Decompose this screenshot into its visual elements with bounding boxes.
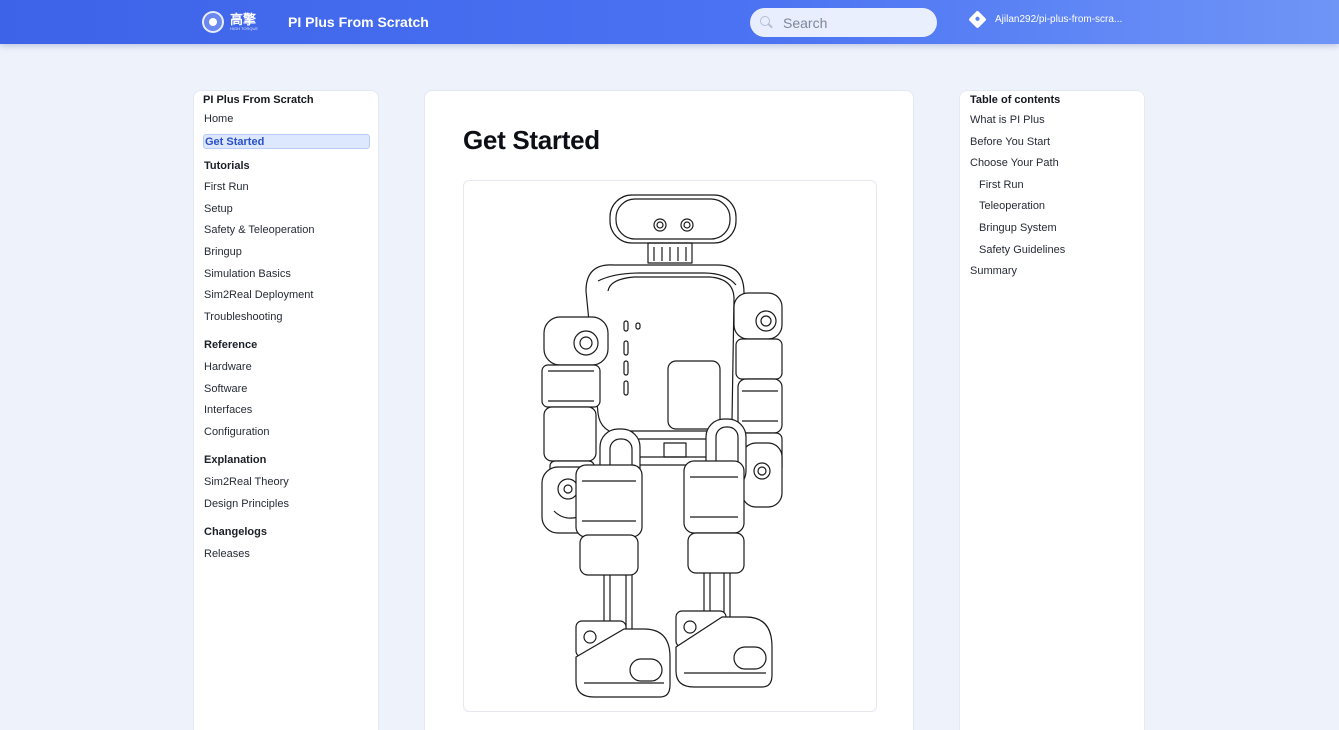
- toc-item-what-is-pi-plus[interactable]: What is PI Plus: [970, 110, 1136, 132]
- toc-item-summary[interactable]: Summary: [970, 261, 1136, 283]
- sidebar-section-changelogs: Changelogs: [204, 526, 267, 539]
- sidebar-item-hardware[interactable]: Hardware: [203, 357, 370, 379]
- sidebar-item-sim2real-deployment[interactable]: Sim2Real Deployment: [203, 285, 370, 307]
- main-content: Get Started: [424, 90, 914, 730]
- robot-figure: [463, 180, 877, 712]
- logo-icon: [202, 11, 224, 33]
- sidebar-nav: PI Plus From Scratch Home Get Started Tut…: [193, 90, 379, 730]
- toc-item-safety-guidelines[interactable]: Safety Guidelines: [970, 240, 1136, 262]
- site-title[interactable]: PI Plus From Scratch: [288, 14, 429, 30]
- search-box[interactable]: [750, 8, 937, 37]
- sidebar-item-setup[interactable]: Setup: [203, 199, 370, 221]
- logo[interactable]: 高擎 HIGH TORQUE: [202, 10, 260, 34]
- sidebar-item-home[interactable]: Home: [203, 109, 370, 131]
- toc-item-before-you-start[interactable]: Before You Start: [970, 132, 1136, 154]
- sidebar-item-get-started[interactable]: Get Started: [203, 133, 370, 149]
- sidebar-item-software[interactable]: Software: [203, 379, 370, 401]
- repo-label: Ajilan292/pi-plus-from-scra...: [995, 14, 1123, 25]
- sidebar-title: PI Plus From Scratch: [203, 94, 314, 106]
- logo-wordmark: 高擎 HIGH TORQUE: [230, 12, 259, 31]
- search-icon: [760, 16, 773, 29]
- toc-item-teleoperation[interactable]: Teleoperation: [970, 196, 1136, 218]
- search-input[interactable]: [783, 14, 923, 31]
- sidebar-section-reference: Reference: [204, 339, 258, 352]
- sidebar-item-bringup[interactable]: Bringup: [203, 242, 370, 264]
- humanoid-robot-line-drawing-icon: [541, 194, 783, 698]
- sidebar-item-troubleshooting[interactable]: Troubleshooting: [203, 307, 370, 329]
- repo-link[interactable]: Ajilan292/pi-plus-from-scra...: [968, 10, 1123, 29]
- sidebar-item-interfaces[interactable]: Interfaces: [203, 400, 370, 422]
- sidebar-item-first-run[interactable]: First Run: [203, 177, 370, 199]
- sidebar-section-tutorials: Tutorials: [204, 159, 250, 172]
- sidebar-item-configuration[interactable]: Configuration: [203, 422, 370, 444]
- sidebar-item-design-principles[interactable]: Design Principles: [203, 494, 370, 516]
- toc-item-first-run[interactable]: First Run: [970, 175, 1136, 197]
- toc-title: Table of contents: [970, 94, 1061, 106]
- toc-item-choose-your-path[interactable]: Choose Your Path: [970, 153, 1136, 175]
- sidebar-item-sim2real-theory[interactable]: Sim2Real Theory: [203, 472, 370, 494]
- git-icon: [968, 10, 987, 29]
- top-header: 高擎 HIGH TORQUE PI Plus From Scratch Ajil…: [0, 0, 1339, 44]
- page-title: Get Started: [463, 125, 600, 155]
- sidebar-section-explanation: Explanation: [204, 454, 267, 467]
- table-of-contents: Table of contents What is PI Plus Before …: [959, 90, 1145, 730]
- toc-item-bringup-system[interactable]: Bringup System: [970, 218, 1136, 240]
- sidebar-item-simulation-basics[interactable]: Simulation Basics: [203, 264, 370, 286]
- sidebar-item-releases[interactable]: Releases: [203, 544, 370, 566]
- sidebar-item-safety-teleoperation[interactable]: Safety & Teleoperation: [203, 220, 370, 242]
